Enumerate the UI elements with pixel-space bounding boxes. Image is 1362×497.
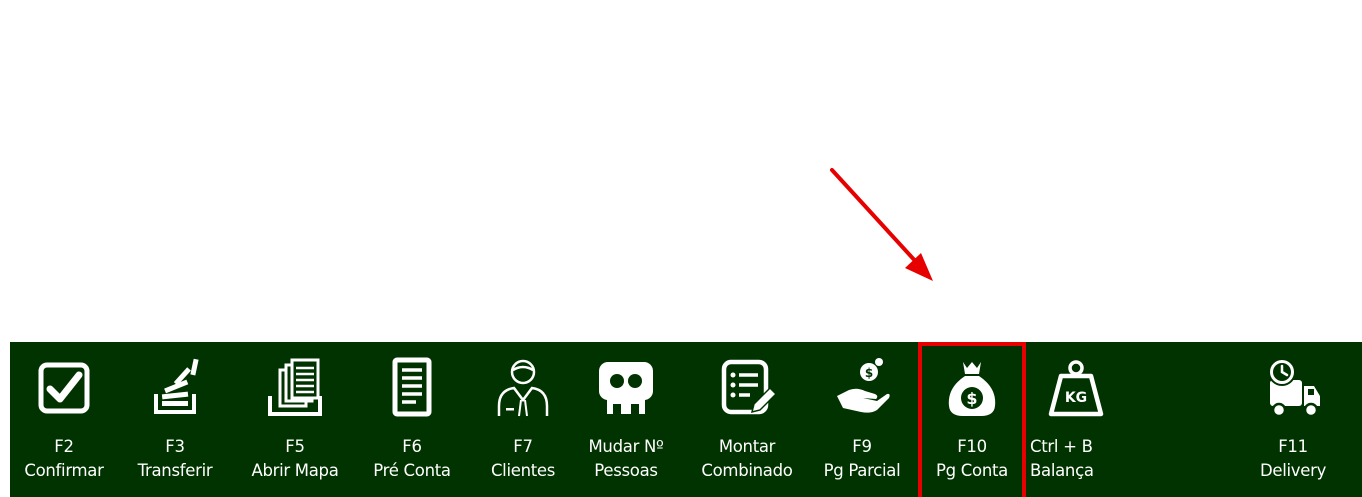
balanca-key: Ctrl + B: [1030, 437, 1093, 456]
scale-weight-icon: KG: [1045, 356, 1107, 420]
delivery-truck-icon: [1262, 356, 1324, 420]
pre-conta-label: Pré Conta: [373, 461, 451, 480]
clientes-label: Clientes: [490, 461, 556, 480]
transferir-key: F3: [165, 437, 185, 456]
list-edit-icon: [716, 356, 778, 420]
documents-tray-icon: [264, 356, 326, 420]
stack-transfer-icon: [144, 356, 206, 420]
page: F2 Confirmar F3 Transferir F5 Abrir Mapa…: [0, 0, 1362, 497]
delivery-label: Delivery: [1259, 461, 1327, 480]
pg-conta-button[interactable]: $ F10 Pg Conta: [920, 342, 1024, 497]
transferir-label: Transferir: [137, 461, 213, 480]
transferir-button[interactable]: F3 Transferir: [118, 342, 232, 497]
pg-conta-label: Pg Conta: [936, 461, 1008, 480]
mudar-pessoas-key: Mudar Nº: [588, 437, 664, 456]
confirmar-button[interactable]: F2 Confirmar: [10, 342, 118, 497]
pg-conta-key: F10: [957, 437, 987, 456]
pre-conta-button[interactable]: F6 Pré Conta: [362, 342, 462, 497]
function-toolbar: F2 Confirmar F3 Transferir F5 Abrir Mapa…: [10, 342, 1362, 497]
pg-parcial-label: Pg Parcial: [823, 461, 901, 480]
mudar-pessoas-button[interactable]: Mudar Nº Pessoas: [574, 342, 678, 497]
abrir-mapa-button[interactable]: F5 Abrir Mapa: [238, 342, 352, 497]
content-area: [0, 0, 1362, 342]
pre-conta-key: F6: [402, 437, 422, 456]
confirmar-key: F2: [54, 437, 74, 456]
hand-coin-icon: $: [831, 356, 893, 420]
pg-parcial-button[interactable]: $ F9 Pg Parcial: [810, 342, 914, 497]
balanca-button[interactable]: KG Ctrl + B Balança: [1028, 342, 1124, 497]
money-bag-icon: $: [941, 356, 1003, 420]
delivery-key: F11: [1278, 437, 1308, 456]
clientes-key: F7: [513, 437, 533, 456]
document-icon: [381, 356, 443, 420]
svg-text:$: $: [865, 366, 873, 380]
delivery-button[interactable]: F11 Delivery: [1238, 342, 1348, 497]
abrir-mapa-key: F5: [285, 437, 305, 456]
svg-text:KG: KG: [1065, 390, 1087, 406]
svg-text:$: $: [966, 389, 977, 408]
mudar-pessoas-label: Pessoas: [594, 461, 658, 480]
balanca-label: Balança: [1030, 461, 1094, 480]
person-icon: [492, 356, 554, 420]
montar-combinado-label: Combinado: [701, 461, 793, 480]
people-icon: [595, 356, 657, 420]
montar-combinado-button[interactable]: Montar Combinado: [686, 342, 808, 497]
pg-parcial-key: F9: [852, 437, 872, 456]
checkbox-icon: [33, 356, 95, 420]
confirmar-label: Confirmar: [24, 461, 104, 480]
abrir-mapa-label: Abrir Mapa: [251, 461, 339, 480]
montar-combinado-key: Montar: [718, 437, 776, 456]
clientes-button[interactable]: F7 Clientes: [478, 342, 568, 497]
